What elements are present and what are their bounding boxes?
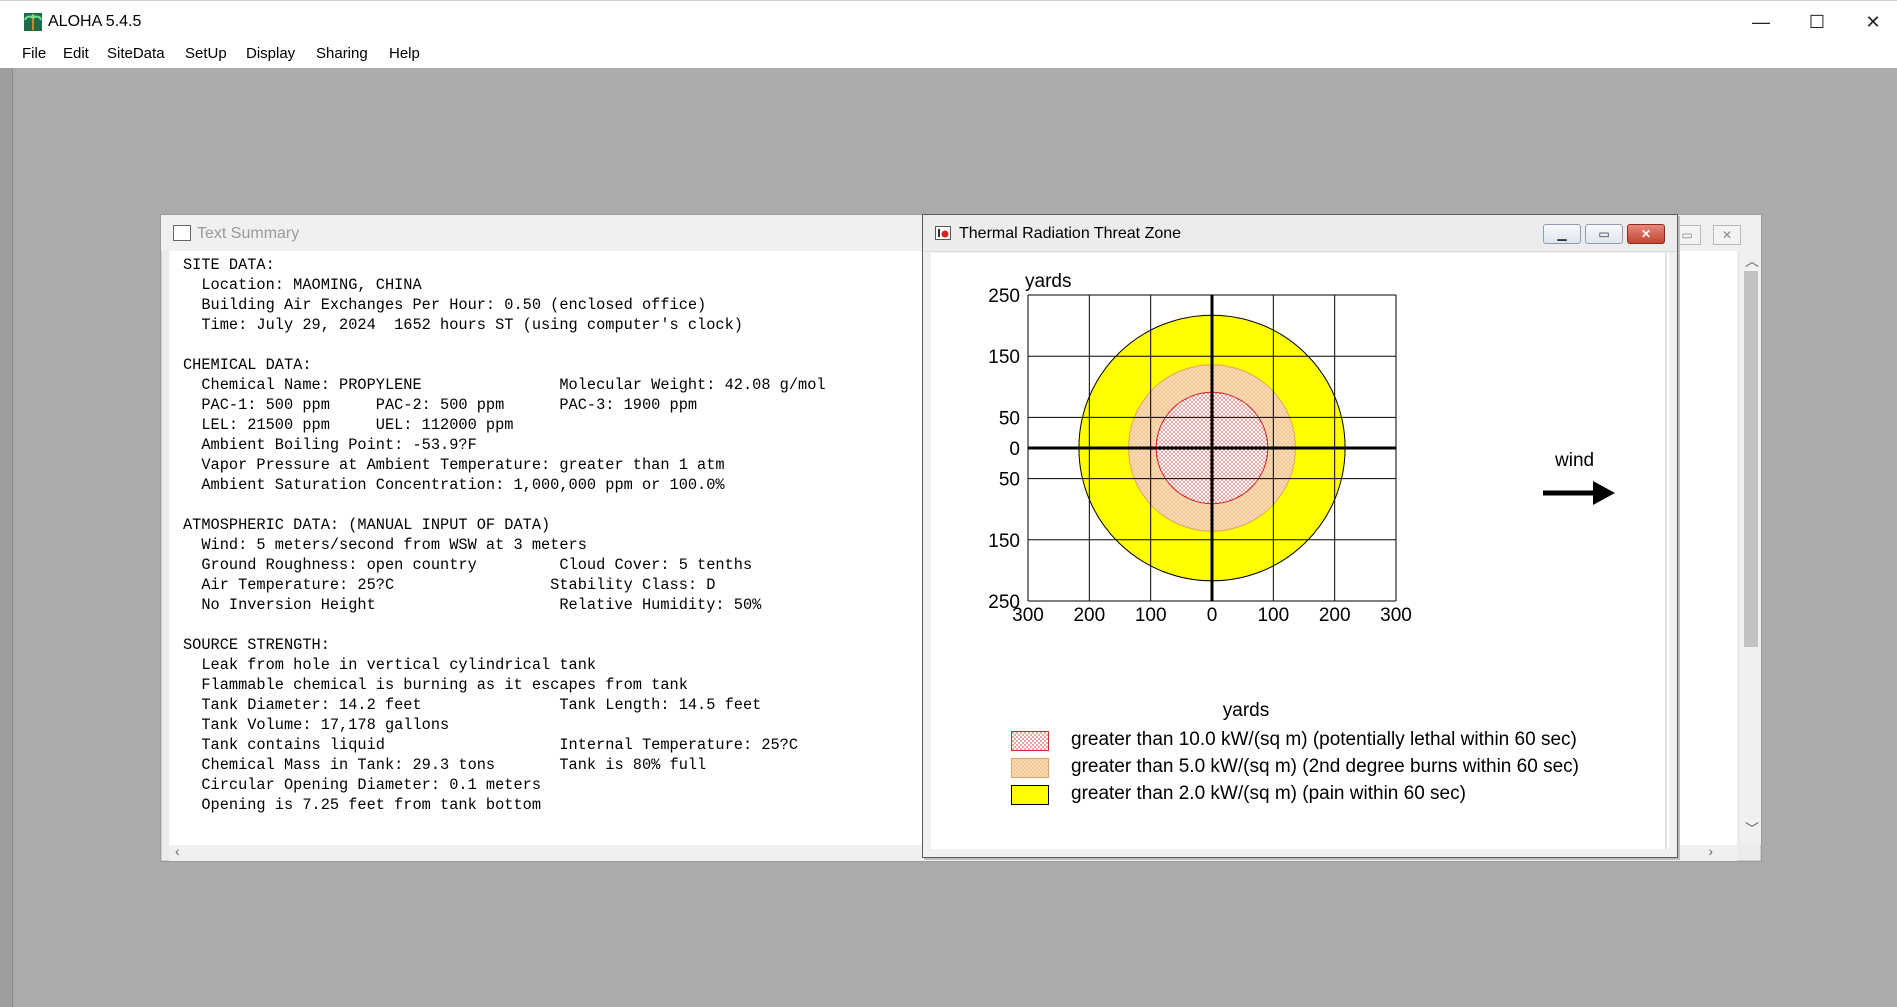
threat-zone-title: Thermal Radiation Threat Zone — [959, 225, 1182, 242]
close-button[interactable]: ✕ — [1845, 1, 1897, 43]
x-tick-label: 200 — [1319, 605, 1351, 626]
menu-setup[interactable]: SetUp — [185, 45, 227, 62]
scroll-left-arrow-icon[interactable]: ‹ — [175, 843, 180, 859]
menu-sitedata[interactable]: SiteData — [107, 45, 165, 62]
app-title: ALOHA 5.4.5 — [48, 13, 142, 30]
legend-swatch-orange — [1011, 758, 1049, 778]
threat-zone-titlebar[interactable]: Thermal Radiation Threat Zone ▁ ▭ ✕ — [923, 215, 1677, 252]
scroll-up-arrow-icon[interactable]: ︿ — [1745, 251, 1759, 271]
x-tick-label: 100 — [1135, 605, 1167, 626]
text-summary-title: Text Summary — [197, 225, 300, 242]
grid-layer — [1027, 294, 1397, 602]
text-summary-vertical-scrollbar[interactable]: ︿ ﹀ — [1741, 251, 1761, 845]
x-tick-label: 100 — [1257, 605, 1289, 626]
legend-swatch-yellow — [1011, 785, 1049, 805]
y-tick-label: 250 — [988, 286, 1020, 307]
menu-bar: File Edit SiteData SetUp Display Sharing… — [0, 42, 1897, 69]
legend-swatch-red — [1011, 731, 1049, 751]
legend-text-orange: greater than 5.0 kW/(sq m) (2nd degree b… — [1071, 756, 1579, 777]
text-summary-close-button[interactable]: ✕ — [1713, 225, 1741, 245]
y-axis-label: yards — [1025, 271, 1071, 292]
scroll-down-arrow-icon[interactable]: ﹀ — [1745, 819, 1759, 839]
threat-zone-icon — [935, 226, 951, 240]
menu-help[interactable]: Help — [389, 45, 420, 62]
x-tick-label: 0 — [1207, 605, 1218, 626]
scroll-right-arrow-icon[interactable]: › — [1708, 843, 1713, 859]
x-axis-label: yards — [1223, 700, 1269, 721]
threat-zone-chart: 300 200 100 0 100 200 30025015050050150250 yar… — [988, 271, 1615, 721]
y-tick-label: 50 — [999, 470, 1020, 491]
y-tick-label: 50 — [999, 408, 1020, 429]
threat-zone-maximize-button[interactable]: ▭ — [1585, 224, 1623, 244]
wind-label: wind — [1554, 450, 1594, 471]
y-tick-label: 150 — [988, 347, 1020, 368]
vertical-scroll-thumb[interactable] — [1744, 271, 1758, 647]
menu-file[interactable]: File — [22, 45, 46, 62]
text-window-icon — [173, 225, 191, 241]
y-tick-label: 0 — [1009, 439, 1020, 460]
y-tick-label: 150 — [988, 531, 1020, 552]
x-tick-label: 300 — [1380, 605, 1412, 626]
minimize-button[interactable]: — — [1733, 1, 1789, 43]
x-tick-label: 200 — [1073, 605, 1105, 626]
wind-arrow-icon — [1543, 481, 1615, 505]
app-titlebar: ALOHA 5.4.5 — ☐ ✕ — [0, 0, 1897, 43]
y-tick-label: 250 — [988, 592, 1020, 613]
text-summary-body: SITE DATA: Location: MAOMING, CHINA Buil… — [183, 256, 826, 814]
maximize-button[interactable]: ☐ — [1789, 1, 1845, 43]
threat-zone-minimize-button[interactable]: ▁ — [1543, 224, 1581, 244]
threat-zone-close-button[interactable]: ✕ — [1627, 224, 1665, 244]
legend-text-red: greater than 10.0 kW/(sq m) (potentially… — [1071, 729, 1577, 750]
threat-zone-window[interactable]: Thermal Radiation Threat Zone ▁ ▭ ✕ 300 2… — [922, 214, 1678, 858]
menu-display[interactable]: Display — [246, 45, 295, 62]
threat-zone-content: 300 200 100 0 100 200 300 250 150 50 0 50 150 250 yar… — [931, 253, 1669, 849]
menu-sharing[interactable]: Sharing — [316, 45, 368, 62]
threat-zone-scroll-edge — [1665, 253, 1667, 849]
left-edge-strip — [0, 68, 13, 1007]
menu-edit[interactable]: Edit — [63, 45, 89, 62]
legend-text-yellow: greater than 2.0 kW/(sq m) (pain within … — [1071, 783, 1466, 804]
palm-tree-icon — [24, 13, 42, 31]
